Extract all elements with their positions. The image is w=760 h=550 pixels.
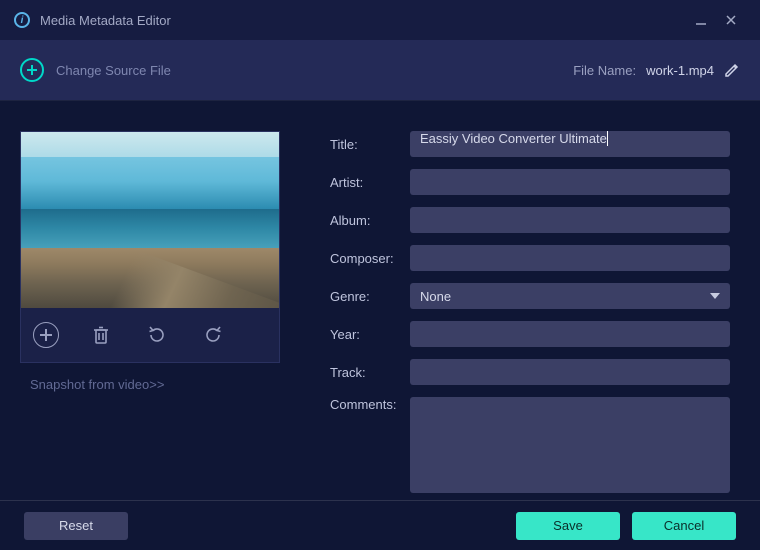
app-info-icon xyxy=(14,12,30,28)
reset-button[interactable]: Reset xyxy=(24,512,128,540)
row-comments: Comments: xyxy=(330,397,730,493)
footer-bar: Reset Save Cancel xyxy=(0,500,760,550)
header-bar: Change Source File File Name: work-1.mp4 xyxy=(0,40,760,100)
composer-input[interactable] xyxy=(410,245,730,271)
rotate-right-button[interactable] xyxy=(199,321,227,349)
label-album: Album: xyxy=(330,213,402,228)
save-button[interactable]: Save xyxy=(516,512,620,540)
minimize-button[interactable] xyxy=(686,5,716,35)
label-genre: Genre: xyxy=(330,289,402,304)
chevron-down-icon xyxy=(710,293,720,299)
window-title: Media Metadata Editor xyxy=(40,13,171,28)
cover-art-panel: Snapshot from video>> xyxy=(20,131,280,480)
album-input[interactable] xyxy=(410,207,730,233)
snapshot-from-video-link[interactable]: Snapshot from video>> xyxy=(30,377,280,392)
row-album: Album: xyxy=(330,207,730,233)
label-track: Track: xyxy=(330,365,402,380)
row-genre: Genre: None xyxy=(330,283,730,309)
add-image-button[interactable] xyxy=(33,322,59,348)
row-track: Track: xyxy=(330,359,730,385)
track-input[interactable] xyxy=(410,359,730,385)
plus-circle-icon xyxy=(20,58,44,82)
title-bar: Media Metadata Editor xyxy=(0,0,760,40)
close-button[interactable] xyxy=(716,5,746,35)
row-year: Year: xyxy=(330,321,730,347)
file-name-block: File Name: work-1.mp4 xyxy=(573,62,740,78)
row-composer: Composer: xyxy=(330,245,730,271)
genre-select[interactable]: None xyxy=(410,283,730,309)
title-input[interactable]: Eassiy Video Converter Ultimate xyxy=(410,131,730,157)
cover-art-toolbar xyxy=(21,308,279,362)
label-comments: Comments: xyxy=(330,397,402,412)
cover-art-image xyxy=(21,132,279,308)
file-name-value: work-1.mp4 xyxy=(646,63,714,78)
file-name-label: File Name: xyxy=(573,63,636,78)
main-area: Snapshot from video>> Title: Eassiy Vide… xyxy=(0,100,760,500)
edit-file-name-button[interactable] xyxy=(724,62,740,78)
label-composer: Composer: xyxy=(330,251,402,266)
change-source-button[interactable]: Change Source File xyxy=(20,58,171,82)
rotate-left-button[interactable] xyxy=(143,321,171,349)
genre-selected-value: None xyxy=(420,289,451,304)
label-year: Year: xyxy=(330,327,402,342)
metadata-form: Title: Eassiy Video Converter Ultimate A… xyxy=(330,131,730,480)
cancel-button[interactable]: Cancel xyxy=(632,512,736,540)
label-title: Title: xyxy=(330,137,402,152)
row-title: Title: Eassiy Video Converter Ultimate xyxy=(330,131,730,157)
artist-input[interactable] xyxy=(410,169,730,195)
comments-input[interactable] xyxy=(410,397,730,493)
cover-art-frame xyxy=(20,131,280,363)
year-input[interactable] xyxy=(410,321,730,347)
row-artist: Artist: xyxy=(330,169,730,195)
change-source-label: Change Source File xyxy=(56,63,171,78)
label-artist: Artist: xyxy=(330,175,402,190)
delete-image-button[interactable] xyxy=(87,321,115,349)
